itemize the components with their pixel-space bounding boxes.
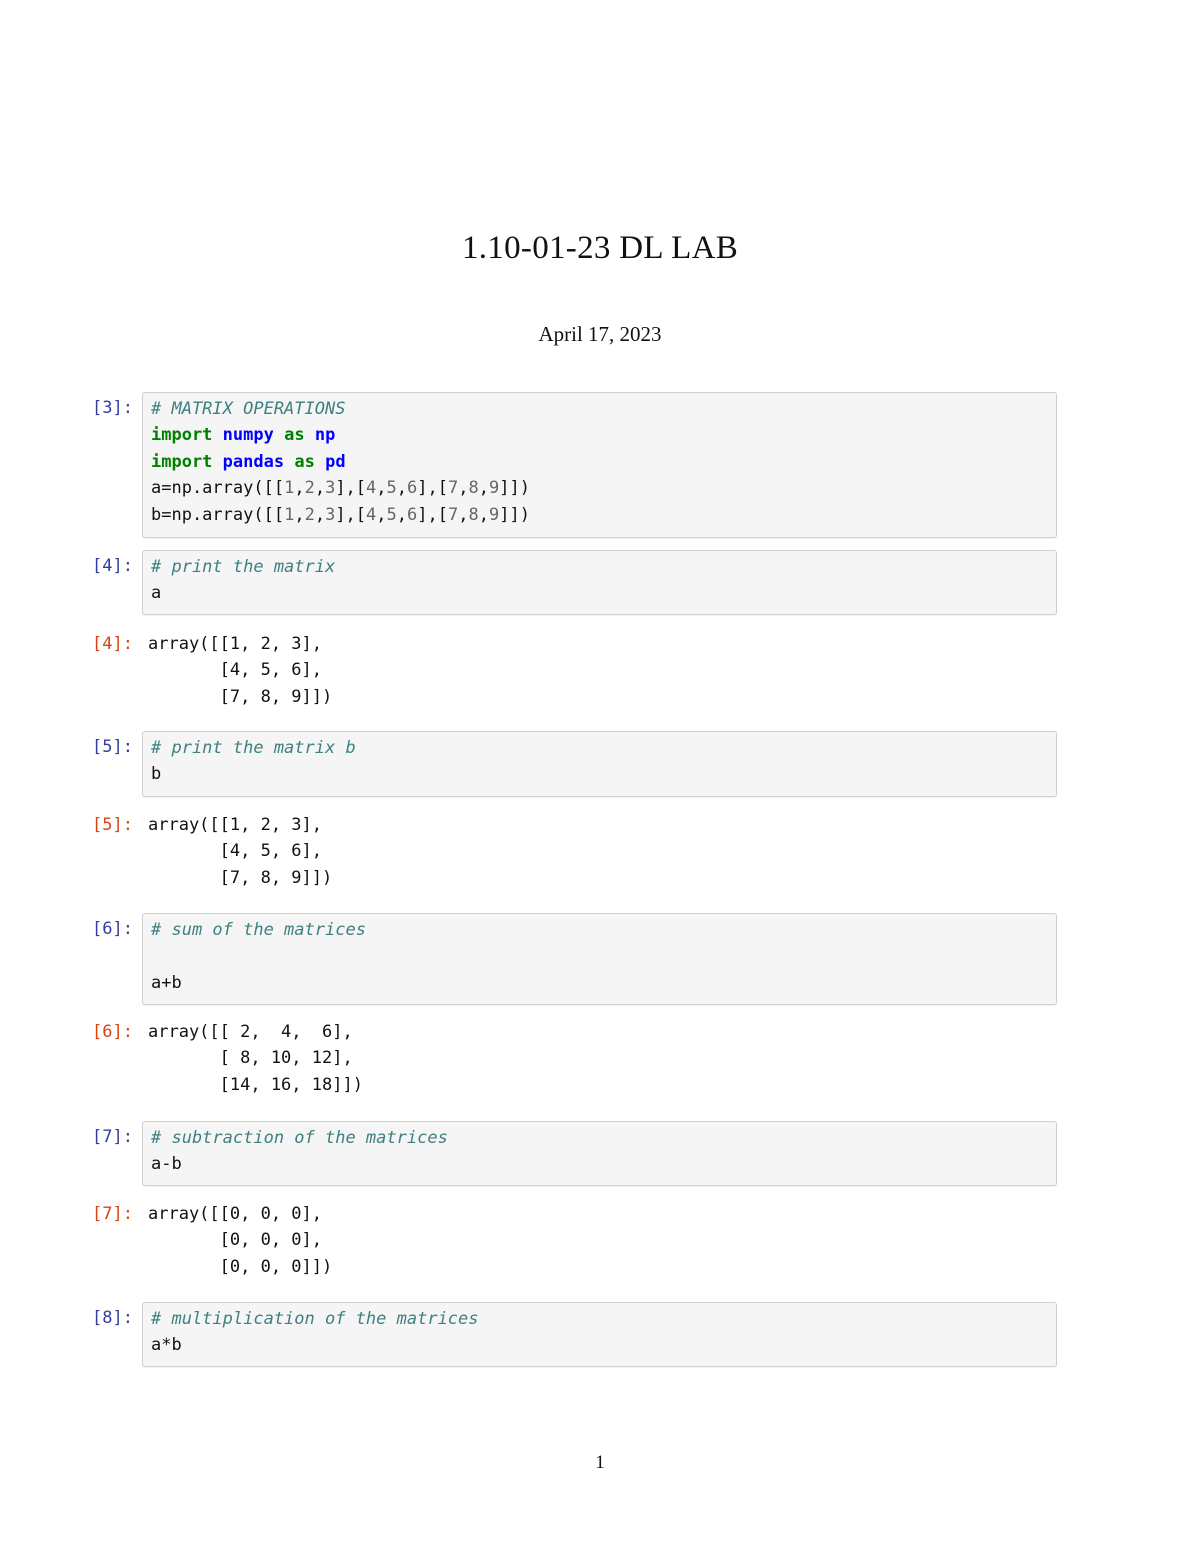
- cell-output: array([[ 2, 4, 6], [ 8, 10, 12], [14, 16…: [148, 1022, 363, 1095]
- code-line: # subtraction of the matrices: [151, 1128, 448, 1148]
- code-input-box[interactable]: # MATRIX OPERATIONS import numpy as np imp…: [142, 392, 1057, 538]
- input-prompt: [6]:: [92, 919, 133, 939]
- code-line: # MATRIX OPERATIONS: [151, 399, 346, 419]
- code-line: a*b: [151, 1335, 182, 1356]
- document-title: 1.10-01-23 DL LAB: [461, 230, 739, 266]
- code-lines: # multiplication of the matrices a*b: [151, 1306, 479, 1359]
- output-prompt: [5]:: [92, 815, 133, 835]
- code-line: import pandas as pd: [151, 451, 346, 472]
- code-lines: # subtraction of the matrices a-b: [151, 1125, 448, 1178]
- cell-output: array([[1, 2, 3], [4, 5, 6], [7, 8, 9]]): [148, 634, 333, 707]
- code-line: a=np.array([[1,2,3],[4,5,6],[7,8,9]]): [151, 478, 530, 499]
- input-prompt: [4]:: [92, 556, 133, 576]
- code-line: import numpy as np: [151, 425, 336, 446]
- input-prompt: [7]:: [92, 1127, 133, 1147]
- code-line: b: [151, 764, 162, 785]
- code-line: # multiplication of the matrices: [151, 1309, 479, 1329]
- document-date: April 17, 2023: [538, 322, 662, 346]
- code-input-box[interactable]: # subtraction of the matrices a-b: [142, 1121, 1057, 1186]
- page-number: 1: [595, 1452, 605, 1473]
- code-input-box[interactable]: # print the matrix b b: [142, 731, 1057, 797]
- code-input-box[interactable]: # sum of the matrices a+b: [142, 913, 1057, 1005]
- output-prompt: [4]:: [92, 634, 133, 654]
- output-prompt: [7]:: [92, 1204, 133, 1224]
- code-lines: # sum of the matrices a+b: [151, 917, 366, 996]
- input-prompt: [5]:: [92, 737, 133, 757]
- input-prompt: [3]:: [92, 398, 133, 418]
- code-lines: # print the matrix a: [151, 554, 335, 607]
- code-line: # print the matrix: [151, 557, 336, 577]
- code-input-box[interactable]: # multiplication of the matrices a*b: [142, 1302, 1057, 1367]
- code-line: a-b: [151, 1154, 182, 1175]
- code-line: a+b: [151, 972, 182, 993]
- code-line: # print the matrix b: [151, 738, 356, 758]
- cell-output: array([[0, 0, 0], [0, 0, 0], [0, 0, 0]]): [148, 1204, 333, 1277]
- code-line: a: [151, 583, 162, 604]
- input-prompt: [8]:: [92, 1308, 133, 1328]
- output-prompt: [6]:: [92, 1022, 133, 1042]
- code-lines: # MATRIX OPERATIONS import numpy as np imp…: [151, 396, 530, 528]
- code-line: # sum of the matrices: [151, 920, 366, 940]
- code-line: b=np.array([[1,2,3],[4,5,6],[7,8,9]]): [151, 504, 530, 525]
- code-input-box[interactable]: # print the matrix a: [142, 550, 1057, 615]
- cell-output: array([[1, 2, 3], [4, 5, 6], [7, 8, 9]]): [148, 815, 333, 888]
- code-lines: # print the matrix b b: [151, 735, 356, 788]
